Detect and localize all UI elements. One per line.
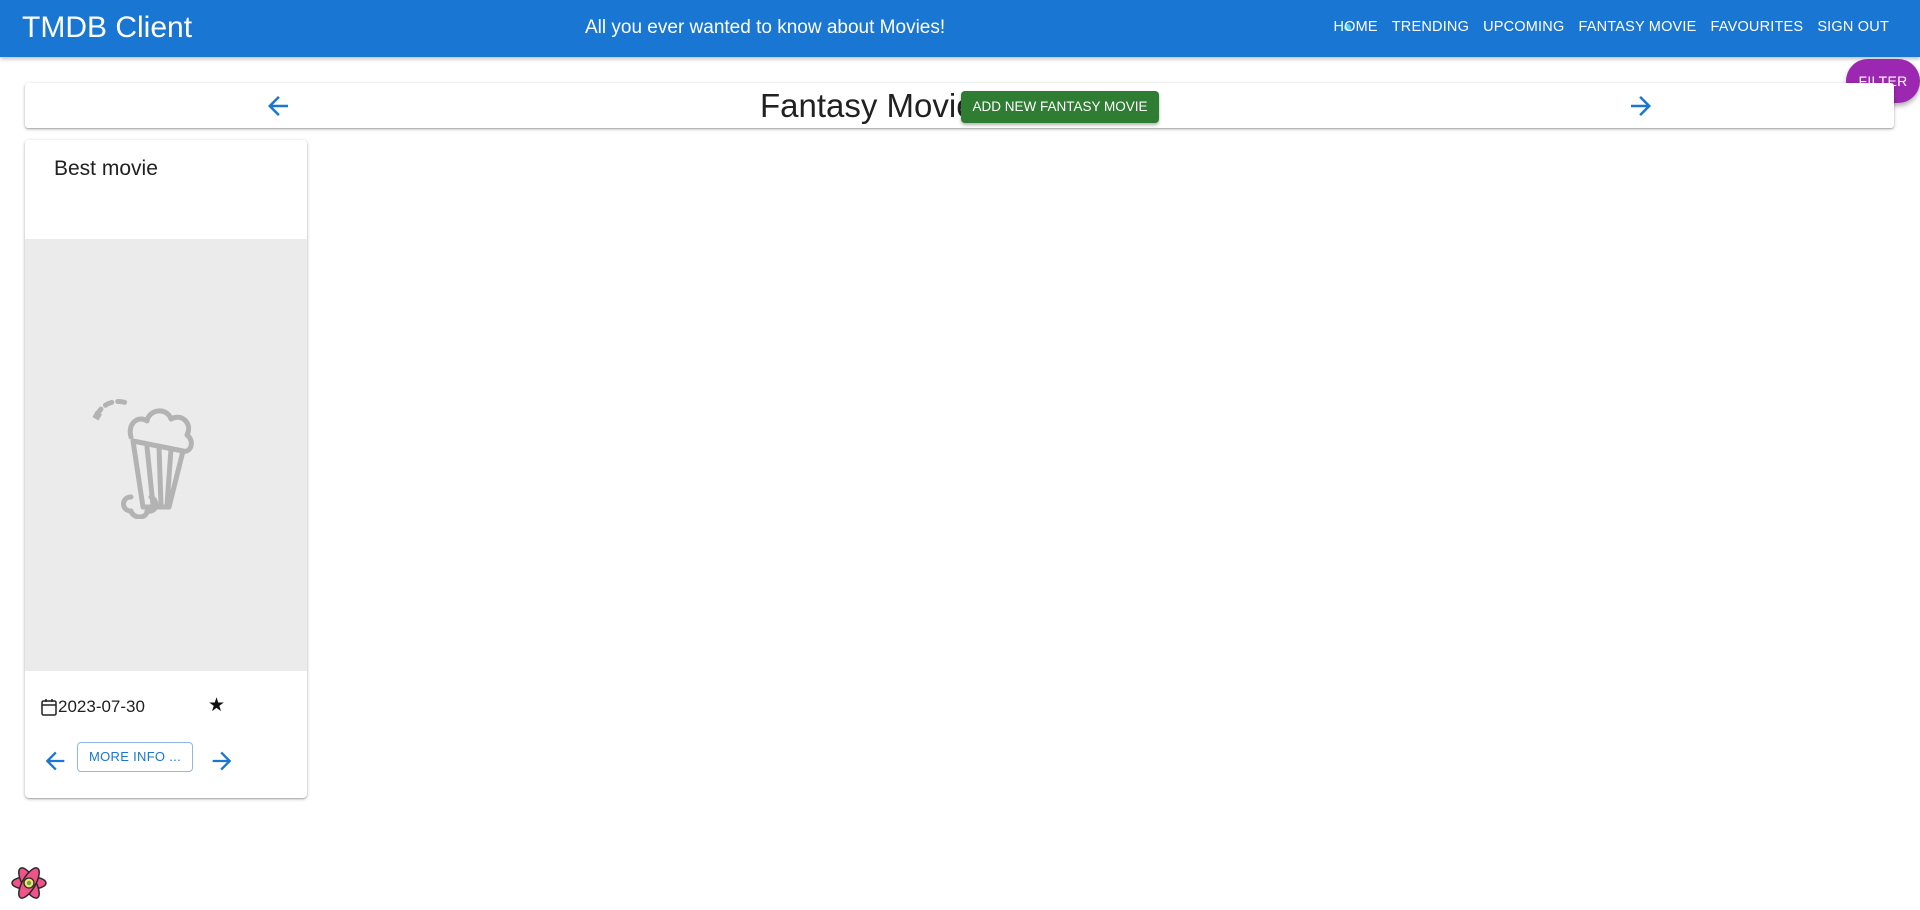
page-header: Fantasy Movie ADD NEW FANTASY MOVIE [25,83,1894,128]
movie-poster[interactable] [25,239,307,671]
nav-upcoming[interactable]: UPCOMING [1476,17,1571,37]
nav-fantasy-movie[interactable]: FANTASY MOVIE [1571,17,1703,37]
star-icon: ★ [208,695,226,716]
nav-sign-out[interactable]: SIGN OUT [1810,17,1896,37]
release-date-text: 2023-07-30 [58,697,145,716]
card-actions: MORE INFO ... [25,740,307,780]
nav-favourites[interactable]: FAVOURITES [1704,17,1811,37]
card-arrow-forward-icon[interactable] [208,747,236,775]
add-fantasy-movie-button[interactable]: ADD NEW FANTASY MOVIE [961,91,1159,123]
page-title: Fantasy Movie [760,87,975,124]
calendar-icon [41,699,57,716]
nav-trending[interactable]: TRENDING [1385,17,1476,37]
popcorn-placeholder-icon [92,399,194,519]
release-date: 2023-07-30 [41,696,145,718]
card-arrow-back-icon[interactable] [41,747,69,775]
nav-home[interactable]: HOME [1326,17,1384,37]
app-title: TMDB Client [22,11,193,44]
react-devtools-icon[interactable] [10,864,48,907]
app-tagline: All you ever wanted to know about Movies… [585,17,946,38]
arrow-back-icon[interactable] [263,91,293,121]
more-info-button[interactable]: MORE INFO ... [77,742,193,772]
movie-card: Best movie 2023-07-30 ★ MORE INFO ... [25,140,307,798]
movie-title: Best movie [54,157,158,180]
app-bar: TMDB Client All you ever wanted to know … [0,0,1920,57]
main-nav: HOME TRENDING UPCOMING FANTASY MOVIE FAV… [1326,17,1896,37]
arrow-forward-icon[interactable] [1626,91,1656,121]
